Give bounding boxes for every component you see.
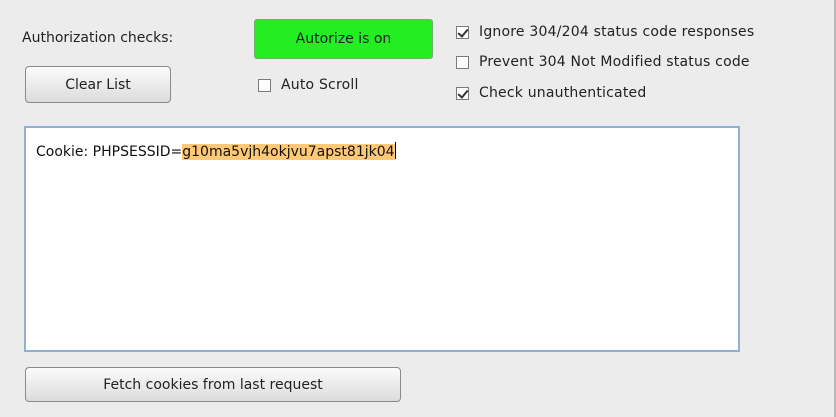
prevent-304-label: Prevent 304 Not Modified status code [479,54,750,70]
check-unauthenticated-checkbox[interactable] [456,86,469,100]
text-caret [394,142,396,159]
cookie-header-prefix: Cookie: PHPSESSID= [36,144,183,160]
auto-scroll-checkbox[interactable] [258,78,271,92]
autorize-panel: Authorization checks: Autorize is on Cle… [0,0,836,417]
check-unauthenticated-option[interactable]: Check unauthenticated [456,85,646,101]
ignore-status-checkbox[interactable] [456,25,469,39]
ignore-status-option[interactable]: Ignore 304/204 status code responses [456,24,754,40]
authorization-checks-label: Authorization checks: [22,30,174,46]
fetch-cookies-button[interactable]: Fetch cookies from last request [25,367,401,402]
headers-text-area[interactable]: Cookie: PHPSESSID=g10ma5vjh4okjvu7apst81… [24,126,740,352]
auto-scroll-label: Auto Scroll [281,77,359,93]
selected-session-id: g10ma5vjh4okjvu7apst81jk04 [182,144,395,160]
prevent-304-checkbox[interactable] [456,55,469,69]
prevent-304-option[interactable]: Prevent 304 Not Modified status code [456,54,750,70]
auto-scroll-option[interactable]: Auto Scroll [258,77,359,93]
clear-list-button[interactable]: Clear List [25,66,171,103]
autorize-toggle-button[interactable]: Autorize is on [254,19,433,59]
ignore-status-label: Ignore 304/204 status code responses [479,24,755,40]
check-unauthenticated-label: Check unauthenticated [479,85,647,101]
